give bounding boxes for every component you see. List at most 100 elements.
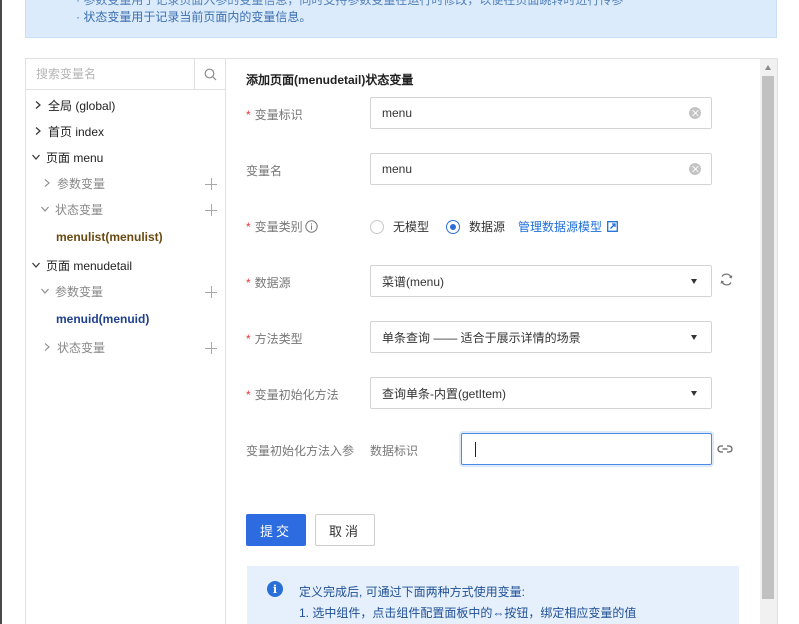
var-id-value: menu [382, 106, 413, 120]
caret-down-icon [691, 335, 697, 340]
chevron-down-icon [41, 288, 49, 294]
tree-node-home[interactable]: 首页 index [34, 121, 104, 141]
method-type-label-text: 方法类型 [254, 332, 303, 346]
datasource-value: 菜谱(menu) [382, 274, 445, 289]
help-icon[interactable] [304, 220, 318, 233]
link-icon[interactable] [717, 443, 733, 455]
submit-button[interactable]: 提交 [246, 514, 306, 546]
manage-datasource-link-text: 管理数据源模型 [518, 220, 603, 234]
tree-variable-menulist[interactable]: menulist(menulist) [56, 227, 163, 247]
text-cursor [475, 442, 476, 457]
variable-tree-sidebar: 全局 (global) 首页 index 页面 menu 参数变量 状态变量 m… [26, 59, 226, 624]
info-notice: · 参数变量用于记录页面入参的变量信息，同时支持参数变量在运行时修改，以便在页面… [25, 0, 777, 38]
init-method-label-text: 变量初始化方法 [254, 388, 339, 402]
chevron-right-icon [35, 101, 41, 109]
chevron-down-icon [32, 154, 40, 160]
param-value-input[interactable] [461, 433, 712, 465]
var-name-label-text: 变量名 [246, 164, 283, 178]
tree-node-menudetail-page[interactable]: 页面 menudetail [32, 255, 132, 275]
init-method-select[interactable]: 查询单条-内置(getItem) [370, 377, 712, 409]
search-bar [26, 59, 226, 90]
usage-tip: i 定义完成后, 可通过下面两种方式使用变量: 1. 选中组件，点击组件配置面板… [247, 566, 739, 624]
radio-datasource-label: 数据源 [469, 220, 506, 234]
method-type-select[interactable]: 单条查询 —— 适合于展示详情的场景 [370, 321, 712, 353]
init-param-label: 变量初始化方法入参 [246, 442, 354, 459]
vertical-scrollbar[interactable] [760, 59, 777, 624]
method-type-label: * 方法类型 [246, 330, 303, 347]
radio-no-model-label: 无模型 [393, 220, 430, 234]
var-id-label: * 变量标识 [246, 106, 303, 123]
tree-variable-label: menulist(menulist) [56, 230, 163, 244]
refresh-icon[interactable] [719, 272, 734, 287]
radio-datasource[interactable]: 数据源 [446, 218, 505, 235]
tree-node-label: 页面 menu [46, 150, 104, 165]
var-name-input[interactable]: menu [370, 153, 712, 185]
info-icon: i [267, 581, 283, 597]
param-key-label: 数据标识 [370, 442, 418, 459]
required-mark: * [246, 275, 251, 290]
caret-down-icon [691, 279, 697, 284]
search-icon [204, 68, 217, 80]
tree-node-menu-params[interactable]: 参数变量 [43, 173, 105, 193]
cancel-button[interactable]: 取消 [315, 514, 375, 546]
required-mark: * [246, 387, 251, 402]
clear-icon[interactable] [689, 163, 701, 175]
method-type-value: 单条查询 —— 适合于展示详情的场景 [382, 330, 581, 345]
add-menudetail-state-button[interactable] [205, 342, 217, 354]
var-id-label-text: 变量标识 [254, 108, 303, 122]
datasource-label-text: 数据源 [254, 276, 291, 290]
notice-line-2: · 状态变量用于记录当前页面内的变量信息。 [76, 10, 312, 24]
tree-node-label: 状态变量 [55, 202, 104, 217]
datasource-select[interactable]: 菜谱(menu) [370, 265, 712, 297]
variable-panel: 全局 (global) 首页 index 页面 menu 参数变量 状态变量 m… [25, 58, 778, 624]
tree-node-label: 首页 index [48, 124, 105, 139]
tree-node-label: 参数变量 [57, 176, 106, 191]
add-menu-param-button[interactable] [205, 178, 217, 190]
radio-circle [370, 219, 384, 234]
required-mark: * [246, 219, 251, 234]
manage-datasource-link[interactable]: 管理数据源模型 [518, 218, 618, 235]
init-param-label-text: 变量初始化方法入参 [246, 444, 355, 458]
chevron-down-icon [32, 262, 40, 268]
chevron-down-icon [41, 206, 49, 212]
clear-icon[interactable] [689, 107, 701, 119]
tree-variable-menuid[interactable]: menuid(menuid) [56, 309, 149, 329]
radio-no-model[interactable]: 无模型 [370, 218, 429, 235]
tree-node-menudetail-params[interactable]: 参数变量 [41, 281, 103, 301]
external-link-icon [607, 221, 618, 232]
param-key-label-text: 数据标识 [370, 444, 419, 458]
tree-node-label: 页面 menudetail [46, 258, 133, 273]
scrollbar-thumb[interactable] [762, 76, 774, 599]
tip-line-1: 定义完成后, 可通过下面两种方式使用变量: [299, 585, 526, 599]
window-left-border [0, 0, 2, 624]
var-name-value: menu [382, 162, 413, 176]
tree-node-label: 全局 (global) [48, 98, 116, 113]
init-method-label: * 变量初始化方法 [246, 386, 339, 403]
chevron-right-icon [35, 127, 41, 135]
init-method-value: 查询单条-内置(getItem) [382, 386, 507, 401]
radio-circle-checked [446, 219, 460, 234]
var-type-label-text: 变量类别 [254, 220, 303, 234]
form-title: 添加页面(menudetail)状态变量 [246, 73, 414, 87]
tip-line-2: 1. 选中组件，点击组件配置面板中的⇔按钮，绑定相应变量的值 [299, 606, 637, 620]
var-id-input[interactable]: menu [370, 97, 712, 129]
chevron-right-icon [44, 179, 50, 187]
var-name-label: 变量名 [246, 162, 282, 179]
add-menudetail-param-button[interactable] [205, 286, 217, 298]
search-input[interactable] [26, 59, 194, 89]
tree-node-label: 状态变量 [57, 340, 106, 355]
caret-down-icon [691, 391, 697, 396]
search-button[interactable] [194, 59, 226, 89]
scroll-up-arrow-icon[interactable] [765, 65, 771, 70]
notice-line-1: · 参数变量用于记录页面入参的变量信息，同时支持参数变量在运行时修改，以便在页面… [76, 0, 624, 7]
required-mark: * [246, 331, 251, 346]
chevron-right-icon [44, 343, 50, 351]
tree-node-global[interactable]: 全局 (global) [34, 95, 115, 115]
datasource-label: * 数据源 [246, 274, 291, 291]
tree-node-menu-state[interactable]: 状态变量 [41, 199, 103, 219]
add-menu-state-button[interactable] [205, 204, 217, 216]
tree-node-menudetail-state[interactable]: 状态变量 [43, 337, 105, 357]
tree-node-menu-page[interactable]: 页面 menu [32, 147, 103, 167]
var-type-label: * 变量类别 [246, 218, 318, 235]
tree-variable-label: menuid(menuid) [56, 312, 150, 326]
